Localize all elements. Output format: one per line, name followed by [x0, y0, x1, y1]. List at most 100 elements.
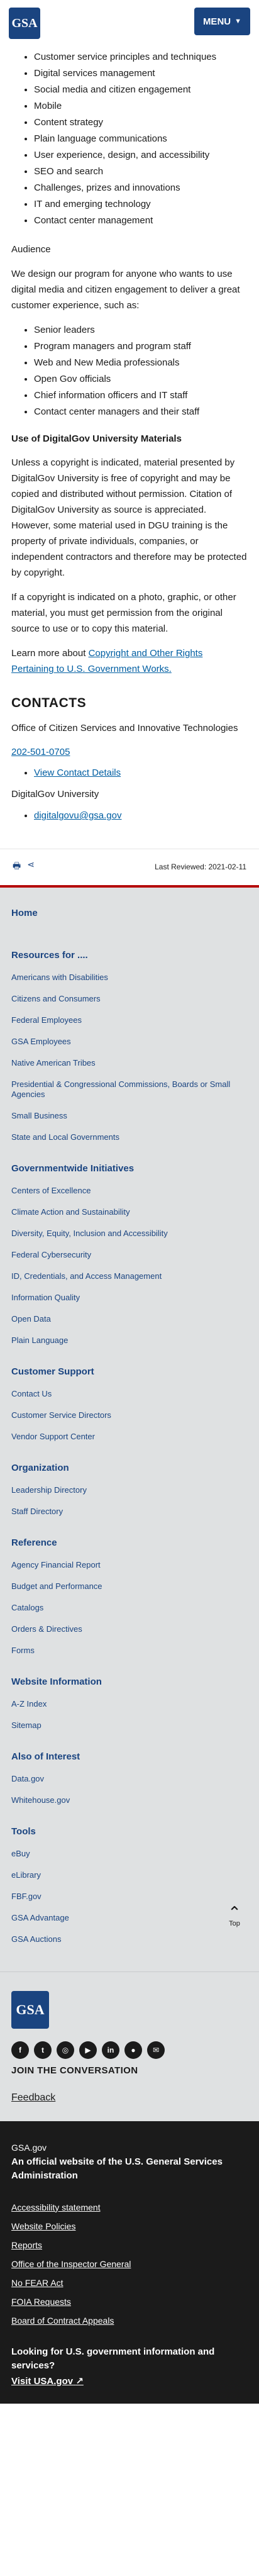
footer-nav-link[interactable]: FBF.gov [11, 1892, 41, 1901]
list-item: Digital services management [34, 65, 248, 82]
back-to-top-button[interactable]: ⌃ Top [223, 1904, 246, 1927]
flickr-icon[interactable]: ● [124, 2041, 142, 2059]
audience-list: Senior leadersProgram managers and progr… [11, 322, 248, 420]
facebook-icon[interactable]: f [11, 2041, 29, 2059]
list-item: Open Gov officials [34, 371, 248, 388]
list-item: Vendor Support Center [11, 1426, 248, 1447]
list-item: FOIA Requests [11, 2292, 248, 2311]
policy-link[interactable]: No FEAR Act [11, 2278, 63, 2288]
feedback-link[interactable]: Feedback [11, 2092, 248, 2104]
join-conversation: JOIN THE CONVERSATION [11, 2065, 138, 2076]
footer-nav-link[interactable]: Plain Language [11, 1335, 68, 1345]
gsa-footer-logo[interactable]: GSA [11, 1990, 49, 2029]
social-section: GSA f t ◎ ▶ in ● ✉ JOIN THE CONVERSATION… [0, 1971, 259, 2121]
footer-nav-link[interactable]: Open Data [11, 1314, 51, 1324]
email-icon[interactable]: ✉ [147, 2041, 165, 2059]
website-info-heading: Website Information [11, 1676, 102, 1687]
list-item: View Contact Details [34, 766, 248, 780]
footer-nav-link[interactable]: Orders & Directives [11, 1624, 82, 1634]
visit-usa-gov-link[interactable]: Visit USA.gov ↗ [11, 2375, 84, 2387]
support-list: Contact Us Customer Service Directors Vend… [11, 1383, 248, 1447]
linkedin-icon[interactable]: in [102, 2041, 119, 2059]
footer-nav-link[interactable]: Climate Action and Sustainability [11, 1207, 130, 1217]
gsa-gov-label: GSA.gov [11, 2142, 47, 2153]
policy-link[interactable]: FOIA Requests [11, 2297, 71, 2307]
policy-link[interactable]: Website Policies [11, 2221, 75, 2231]
audience-intro: We design our program for anyone who wan… [11, 269, 240, 311]
instagram-icon[interactable]: ◎ [57, 2041, 74, 2059]
footer-nav-link[interactable]: Vendor Support Center [11, 1432, 95, 1441]
list-item: Challenges, prizes and innovations [34, 180, 248, 196]
footer-nav-link[interactable]: State and Local Governments [11, 1132, 119, 1142]
list-item: Mobile [34, 98, 248, 114]
list-item: Sitemap [11, 1715, 248, 1736]
page-tools: 🖶 ⋖ Last Reviewed: 2021-02-11 [0, 848, 259, 885]
share-icon[interactable]: ⋖ [27, 859, 35, 874]
footer-nav-link[interactable]: Federal Cybersecurity [11, 1250, 91, 1259]
list-item: FBF.gov [11, 1886, 248, 1907]
list-item: User experience, design, and accessibili… [34, 147, 248, 164]
list-item: IT and emerging technology [34, 196, 248, 213]
footer-nav-link[interactable]: Leadership Directory [11, 1485, 87, 1495]
list-item: SEO and search [34, 164, 248, 180]
list-item: Plain Language [11, 1330, 248, 1351]
footer-nav-link[interactable]: A-Z Index [11, 1699, 47, 1709]
policy-link[interactable]: Board of Contract Appeals [11, 2316, 114, 2326]
list-item: Staff Directory [11, 1501, 248, 1522]
footer-nav-link[interactable]: Information Quality [11, 1293, 80, 1302]
footer-nav-link[interactable]: GSA Employees [11, 1037, 71, 1046]
footer-nav-link[interactable]: Staff Directory [11, 1507, 63, 1516]
print-icon[interactable]: 🖶 [13, 859, 21, 874]
footer-nav-link[interactable]: Contact Us [11, 1389, 52, 1398]
twitter-icon[interactable]: t [34, 2041, 52, 2059]
footer-nav-link[interactable]: Whitehouse.gov [11, 1795, 70, 1805]
footer-nav-link[interactable]: Diversity, Equity, Inclusion and Accessi… [11, 1229, 168, 1238]
menu-button[interactable]: MENU ▼ [194, 8, 250, 35]
list-item: No FEAR Act [11, 2273, 248, 2292]
policy-link[interactable]: Reports [11, 2240, 42, 2250]
footer-nav-link[interactable]: ID, Credentials, and Access Management [11, 1271, 162, 1281]
list-item: Plain language communications [34, 131, 248, 147]
view-contact-details-link[interactable]: View Contact Details [34, 767, 121, 778]
list-item: Information Quality [11, 1287, 248, 1308]
footer-nav-link[interactable]: Agency Financial Report [11, 1560, 101, 1570]
list-item: Small Business [11, 1105, 248, 1127]
gsa-logo[interactable]: GSA [9, 8, 40, 39]
list-item: Forms [11, 1640, 248, 1661]
footer-nav-link[interactable]: Small Business [11, 1111, 67, 1120]
tools-list: eBuy eLibrary FBF.gov GSA Advantage GSA Auct… [11, 1843, 248, 1950]
footer-nav-link[interactable]: Centers of Excellence [11, 1186, 91, 1195]
footer-nav-link[interactable]: GSA Advantage [11, 1913, 69, 1922]
footer-nav-link[interactable]: Data.gov [11, 1774, 44, 1783]
footer-nav-link[interactable]: Citizens and Consumers [11, 994, 101, 1003]
use-para-2: If a copyright is indicated on a photo, … [11, 592, 236, 635]
footer-nav-link[interactable]: GSA Auctions [11, 1934, 62, 1944]
footer-nav-link[interactable]: Presidential & Congressional Commissions… [11, 1079, 230, 1099]
list-item: Data.gov [11, 1768, 248, 1790]
footer-nav-link[interactable]: Americans with Disabilities [11, 973, 108, 982]
list-item: Senior leaders [34, 322, 248, 338]
list-item: Contact Us [11, 1383, 248, 1405]
footer-nav-link[interactable]: Forms [11, 1646, 35, 1655]
top-label: Top [229, 1919, 240, 1927]
contact-phone[interactable]: 202-501-0705 [11, 747, 70, 757]
footer-nav-link[interactable]: Federal Employees [11, 1015, 82, 1025]
footer-nav-link[interactable]: Budget and Performance [11, 1581, 102, 1591]
footer-nav-link[interactable]: Catalogs [11, 1603, 43, 1612]
list-item: Citizens and Consumers [11, 988, 248, 1010]
footer-nav-link[interactable]: eLibrary [11, 1870, 41, 1880]
footer-nav-link[interactable]: Native American Tribes [11, 1058, 96, 1068]
main-content: Customer service principles and techniqu… [0, 49, 259, 823]
list-item: A-Z Index [11, 1693, 248, 1715]
list-item: GSA Auctions [11, 1929, 248, 1950]
policy-link[interactable]: Office of the Inspector General [11, 2259, 131, 2269]
policy-link[interactable]: Accessibility statement [11, 2202, 101, 2212]
footer-nav-link[interactable]: eBuy [11, 1849, 30, 1858]
footer-nav-link[interactable]: Sitemap [11, 1720, 41, 1730]
footer-home-link[interactable]: Home [11, 908, 248, 918]
tools-icons: 🖶 ⋖ [13, 859, 35, 874]
email-link[interactable]: digitalgovu@gsa.gov [34, 810, 121, 821]
footer-nav-link[interactable]: Customer Service Directors [11, 1410, 111, 1420]
list-item: Reports [11, 2236, 248, 2255]
youtube-icon[interactable]: ▶ [79, 2041, 97, 2059]
